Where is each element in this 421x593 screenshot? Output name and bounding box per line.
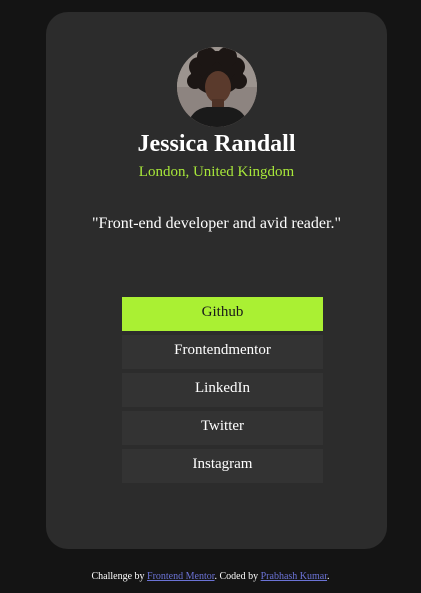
avatar-photo xyxy=(177,47,257,127)
profile-location: London, United Kingdom xyxy=(138,164,295,180)
linkedin-link-button[interactable]: LinkedIn xyxy=(122,373,323,407)
footer-prefix: Challenge by xyxy=(91,571,148,582)
instagram-link-button[interactable]: Instagram xyxy=(122,449,323,483)
github-link-button[interactable]: Github xyxy=(122,297,323,331)
attribution-footer: Challenge by Frontend Mentor. Coded by P… xyxy=(0,571,421,582)
frontendmentor-link-button[interactable]: Frontendmentor xyxy=(122,335,323,369)
twitter-link-button[interactable]: Twitter xyxy=(122,411,323,445)
profile-card: Jessica Randall London, United Kingdom "… xyxy=(46,12,387,549)
profile-name: Jessica Randall xyxy=(137,131,296,157)
author-link[interactable]: Prabhash Kumar xyxy=(261,571,327,582)
frontend-mentor-link[interactable]: Frontend Mentor xyxy=(147,571,215,582)
profile-bio: "Front-end developer and avid reader." xyxy=(92,215,341,232)
avatar xyxy=(177,47,257,127)
social-links-list: Github Frontendmentor LinkedIn Twitter I… xyxy=(122,297,323,487)
footer-middle: . Coded by xyxy=(214,571,261,582)
footer-suffix: . xyxy=(327,571,330,582)
